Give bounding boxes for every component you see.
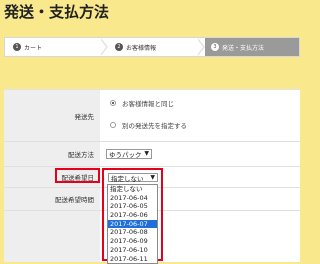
shipping-method-value: ゆうパック — [109, 151, 142, 159]
chevron-down-icon: ▼ — [144, 150, 149, 157]
shipping-method-label: 配送方法 — [4, 142, 100, 166]
dropdown-option[interactable]: 2017-06-08 — [108, 228, 157, 237]
step-shipping-payment[interactable]: 3 発送・支払方法 — [205, 38, 299, 56]
dropdown-option[interactable]: 2017-06-10 — [108, 246, 157, 255]
radio-button[interactable] — [110, 122, 116, 128]
dropdown-option[interactable]: 2017-06-05 — [108, 202, 157, 211]
dropdown-option[interactable]: 2017-06-09 — [108, 237, 157, 246]
radio-label: 別の発送先を指定する — [122, 122, 187, 130]
step-label: 発送・支払方法 — [222, 44, 265, 52]
destination-option-other[interactable]: 別の発送先を指定する — [110, 120, 187, 130]
highlight-box-label — [55, 168, 100, 183]
dropdown-option-highlighted[interactable]: 2017-06-07 — [108, 219, 157, 229]
step-label: お客様情報 — [126, 44, 157, 52]
step-customer-info[interactable]: 2 お客様情報 — [115, 38, 156, 56]
dropdown-option[interactable]: 2017-06-11 — [108, 255, 157, 264]
step-number: 3 — [211, 43, 219, 51]
step-label: カート — [24, 44, 43, 52]
radio-button[interactable] — [110, 100, 116, 106]
step-number: 1 — [13, 43, 21, 51]
destination-option-same[interactable]: お客様情報と同じ — [110, 98, 174, 108]
dropdown-option[interactable]: 2017-06-06 — [108, 211, 157, 220]
blank-label-cell — [4, 211, 100, 262]
destination-label: 発送先 — [4, 90, 100, 141]
step-cart[interactable]: 1 カート — [13, 38, 42, 56]
shipping-method-select[interactable]: ゆうパック ▼ — [106, 149, 152, 159]
checkout-steps: 1 カート 2 お客様情報 3 発送・支払方法 — [4, 37, 300, 57]
delivery-date-dropdown[interactable]: 指定しない 2017-06-04 2017-06-05 2017-06-06 2… — [107, 184, 158, 264]
step-separator-icon — [197, 38, 205, 56]
step-number: 2 — [115, 43, 123, 51]
dropdown-option[interactable]: 2017-06-04 — [108, 194, 157, 203]
radio-label: お客様情報と同じ — [122, 100, 174, 108]
dropdown-option[interactable]: 指定しない — [108, 185, 157, 194]
step-separator-icon — [100, 38, 108, 56]
page-title: 発送・支払方法 — [4, 3, 110, 21]
delivery-time-label: 配送希望時間 — [4, 188, 100, 210]
